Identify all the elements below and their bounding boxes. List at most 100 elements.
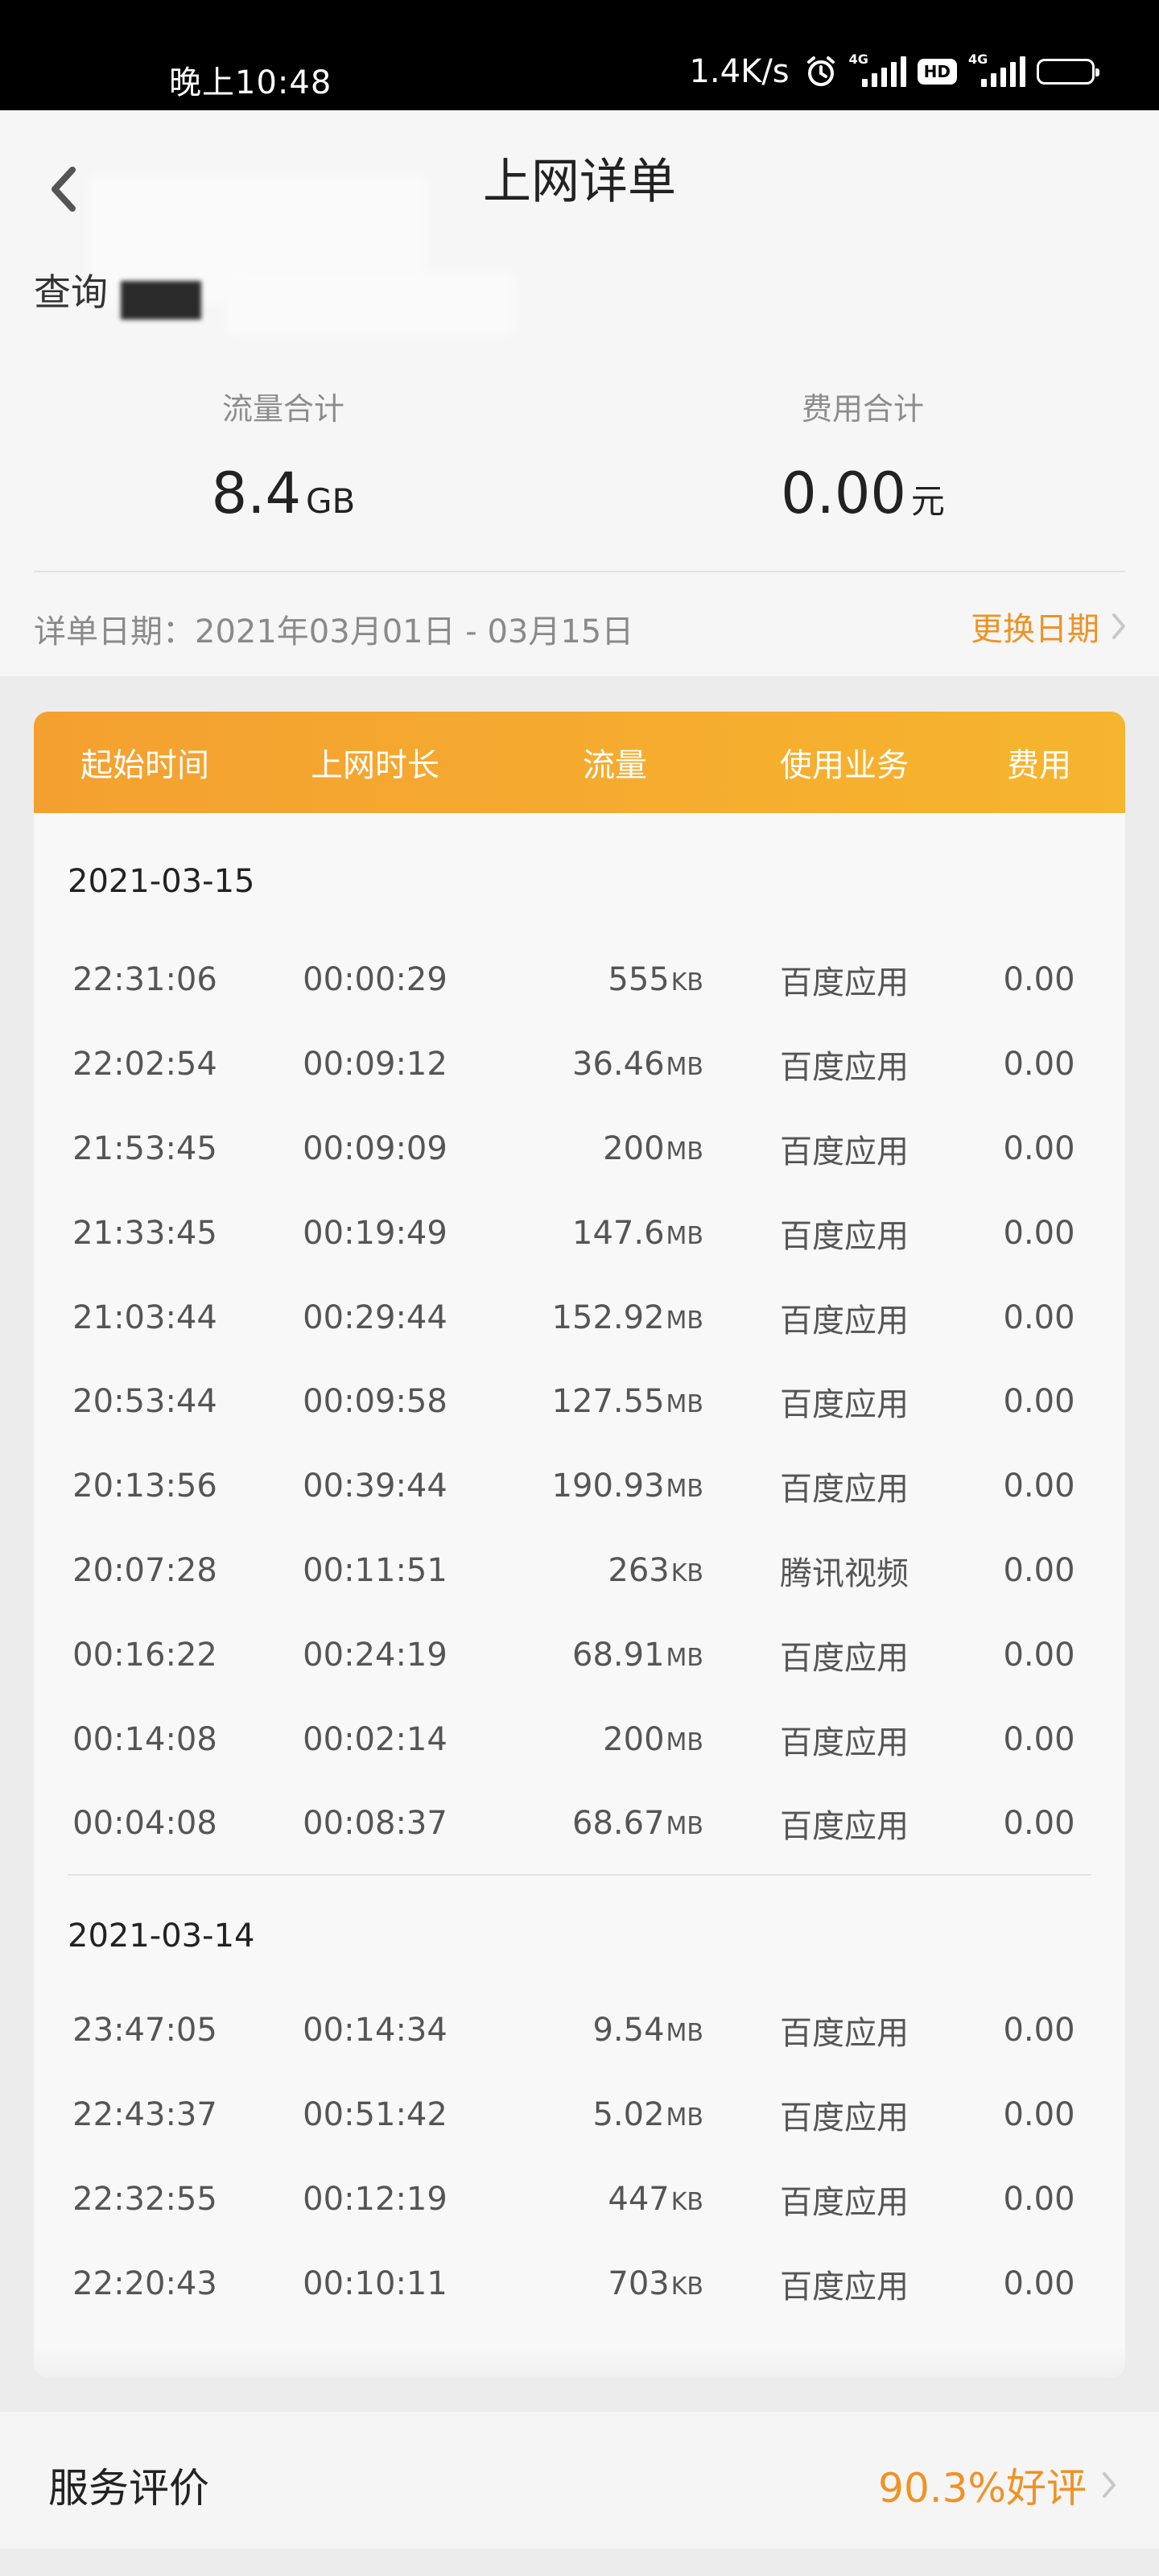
service-evaluation-bar[interactable]: 服务评价 90.3%好评	[0, 2412, 1159, 2549]
row-start-time: 20:07:28	[72, 1551, 217, 1589]
row-traffic: 36.46MB	[572, 1046, 703, 1084]
row-fee: 0.00	[1003, 2180, 1075, 2218]
row-service: 百度应用	[780, 1217, 909, 1255]
column-header-service: 使用业务	[780, 747, 909, 784]
table-row: 00:04:08 00:08:37 68.67MB 百度应用 0.00	[34, 1781, 1125, 1866]
table-row: 22:20:43 00:10:11 703KB 百度应用 0.00	[34, 2241, 1125, 2326]
row-start-time: 23:47:05	[72, 2012, 217, 2050]
page-title: 上网详单	[483, 154, 676, 210]
date-group: 2021-03-15 22:31:06 00:00:29 555KB 百度应用 0.00…	[34, 813, 1125, 1876]
row-fee: 0.00	[1003, 1046, 1075, 1084]
row-service: 腾讯视频	[780, 1554, 909, 1592]
row-duration: 00:19:49	[303, 1214, 448, 1252]
table-header: 起始时间 上网时长 流量 使用业务 费用	[34, 712, 1125, 813]
row-traffic-unit: KB	[670, 968, 703, 997]
row-start-time: 22:02:54	[72, 1046, 217, 1084]
row-service: 百度应用	[780, 1808, 909, 1846]
row-traffic: 68.91MB	[572, 1636, 703, 1674]
row-traffic-unit: KB	[670, 2272, 703, 2301]
row-traffic-unit: MB	[666, 1643, 703, 1672]
row-service: 百度应用	[780, 2099, 909, 2136]
network-type-label: 4G	[848, 52, 868, 67]
row-fee: 0.00	[1003, 1551, 1075, 1589]
row-traffic: 127.55MB	[551, 1383, 703, 1421]
table-row: 21:53:45 00:09:09 200MB 百度应用 0.00	[34, 1107, 1125, 1191]
column-header-duration: 上网时长	[311, 747, 439, 784]
row-traffic: 5.02MB	[592, 2095, 703, 2133]
row-service: 百度应用	[780, 1133, 909, 1170]
network-type-label-2: 4G	[968, 52, 988, 67]
battery-icon: 84	[1037, 59, 1099, 85]
row-fee: 0.00	[1003, 1805, 1075, 1843]
row-service: 百度应用	[780, 1049, 909, 1087]
change-date-label: 更换日期	[971, 611, 1099, 648]
row-traffic: 147.6MB	[572, 1214, 703, 1252]
row-service: 百度应用	[780, 2183, 909, 2221]
row-traffic-unit: MB	[666, 1306, 703, 1335]
row-duration: 00:29:44	[303, 1298, 448, 1336]
row-traffic-unit: MB	[666, 1137, 703, 1166]
row-start-time: 21:33:45	[72, 1214, 217, 1252]
row-fee: 0.00	[1003, 1468, 1075, 1505]
row-traffic-unit: KB	[670, 2187, 703, 2216]
row-traffic: 152.92MB	[551, 1298, 703, 1336]
row-traffic-unit: MB	[666, 2019, 703, 2048]
date-group-label: 2021-03-15	[68, 863, 255, 900]
row-service: 百度应用	[780, 1471, 909, 1509]
row-service: 百度应用	[780, 1302, 909, 1340]
table-row: 22:43:37 00:51:42 5.02MB 百度应用 0.00	[34, 2073, 1125, 2157]
status-time: 晚上10:48	[169, 64, 332, 101]
row-start-time: 20:53:44	[72, 1383, 217, 1421]
row-duration: 00:39:44	[303, 1468, 448, 1505]
row-duration: 00:09:12	[303, 1046, 448, 1084]
row-traffic-unit: MB	[666, 2103, 703, 2132]
hd-badge: HD	[917, 59, 957, 85]
row-start-time: 21:53:45	[72, 1129, 217, 1167]
row-traffic: 447KB	[608, 2180, 703, 2218]
row-traffic: 555KB	[608, 961, 703, 999]
table-row: 22:02:54 00:09:12 36.46MB 百度应用 0.00	[34, 1022, 1125, 1107]
row-duration: 00:24:19	[303, 1636, 448, 1674]
table-row: 20:07:28 00:11:51 263KB 腾讯视频 0.00	[34, 1529, 1125, 1613]
row-fee: 0.00	[1003, 1383, 1075, 1421]
detail-date-range: 详单日期：2021年03月01日 - 03月15日	[34, 613, 634, 650]
row-traffic: 200MB	[603, 1720, 703, 1758]
traffic-total-unit: GB	[305, 481, 356, 521]
service-evaluation-label: 服务评价	[48, 2465, 209, 2512]
date-group-label: 2021-03-14	[68, 1917, 255, 1955]
row-start-time: 22:43:37	[72, 2095, 217, 2133]
row-traffic-unit: MB	[666, 1390, 703, 1419]
row-duration: 00:09:58	[303, 1383, 448, 1421]
divider	[34, 571, 1125, 572]
row-traffic-unit: MB	[666, 1475, 703, 1504]
change-date-button[interactable]: 更换日期	[971, 603, 1127, 650]
column-header-fee: 费用	[1007, 747, 1071, 784]
row-service: 百度应用	[780, 1724, 909, 1761]
row-traffic-unit: KB	[670, 1558, 703, 1587]
column-header-start-time: 起始时间	[80, 747, 209, 784]
table-row: 22:31:06 00:00:29 555KB 百度应用 0.00	[34, 938, 1125, 1022]
table-row: 00:16:22 00:24:19 68.91MB 百度应用 0.00	[34, 1612, 1125, 1697]
row-traffic-unit: MB	[666, 1221, 703, 1250]
column-header-traffic: 流量	[583, 747, 647, 784]
traffic-total-value: 8.4 GB	[211, 460, 356, 526]
table-row: 20:13:56 00:39:44 190.93MB 百度应用 0.00	[34, 1444, 1125, 1529]
row-start-time: 22:32:55	[72, 2180, 217, 2218]
row-fee: 0.00	[1003, 961, 1075, 999]
fee-total-value: 0.00 元	[781, 460, 945, 526]
row-traffic: 190.93MB	[551, 1468, 703, 1505]
usage-detail-table: 起始时间 上网时长 流量 使用业务 费用 2021-03-15 22:31:06…	[34, 712, 1125, 2378]
row-traffic: 703KB	[608, 2264, 703, 2302]
row-service: 百度应用	[780, 964, 909, 1002]
row-start-time: 00:14:08	[72, 1720, 217, 1758]
row-start-time: 20:13:56	[72, 1468, 217, 1505]
row-traffic: 263KB	[608, 1551, 703, 1589]
query-label: 查询	[34, 270, 108, 314]
row-start-time: 21:03:44	[72, 1298, 217, 1336]
status-icons: 1.4K/s 4G HD 4G 84	[689, 52, 1099, 90]
fee-total-label: 费用合计	[801, 391, 924, 427]
row-traffic-unit: MB	[666, 1728, 703, 1757]
row-service: 百度应用	[780, 2015, 909, 2053]
row-fee: 0.00	[1003, 2264, 1075, 2302]
row-duration: 00:10:11	[303, 2264, 448, 2302]
